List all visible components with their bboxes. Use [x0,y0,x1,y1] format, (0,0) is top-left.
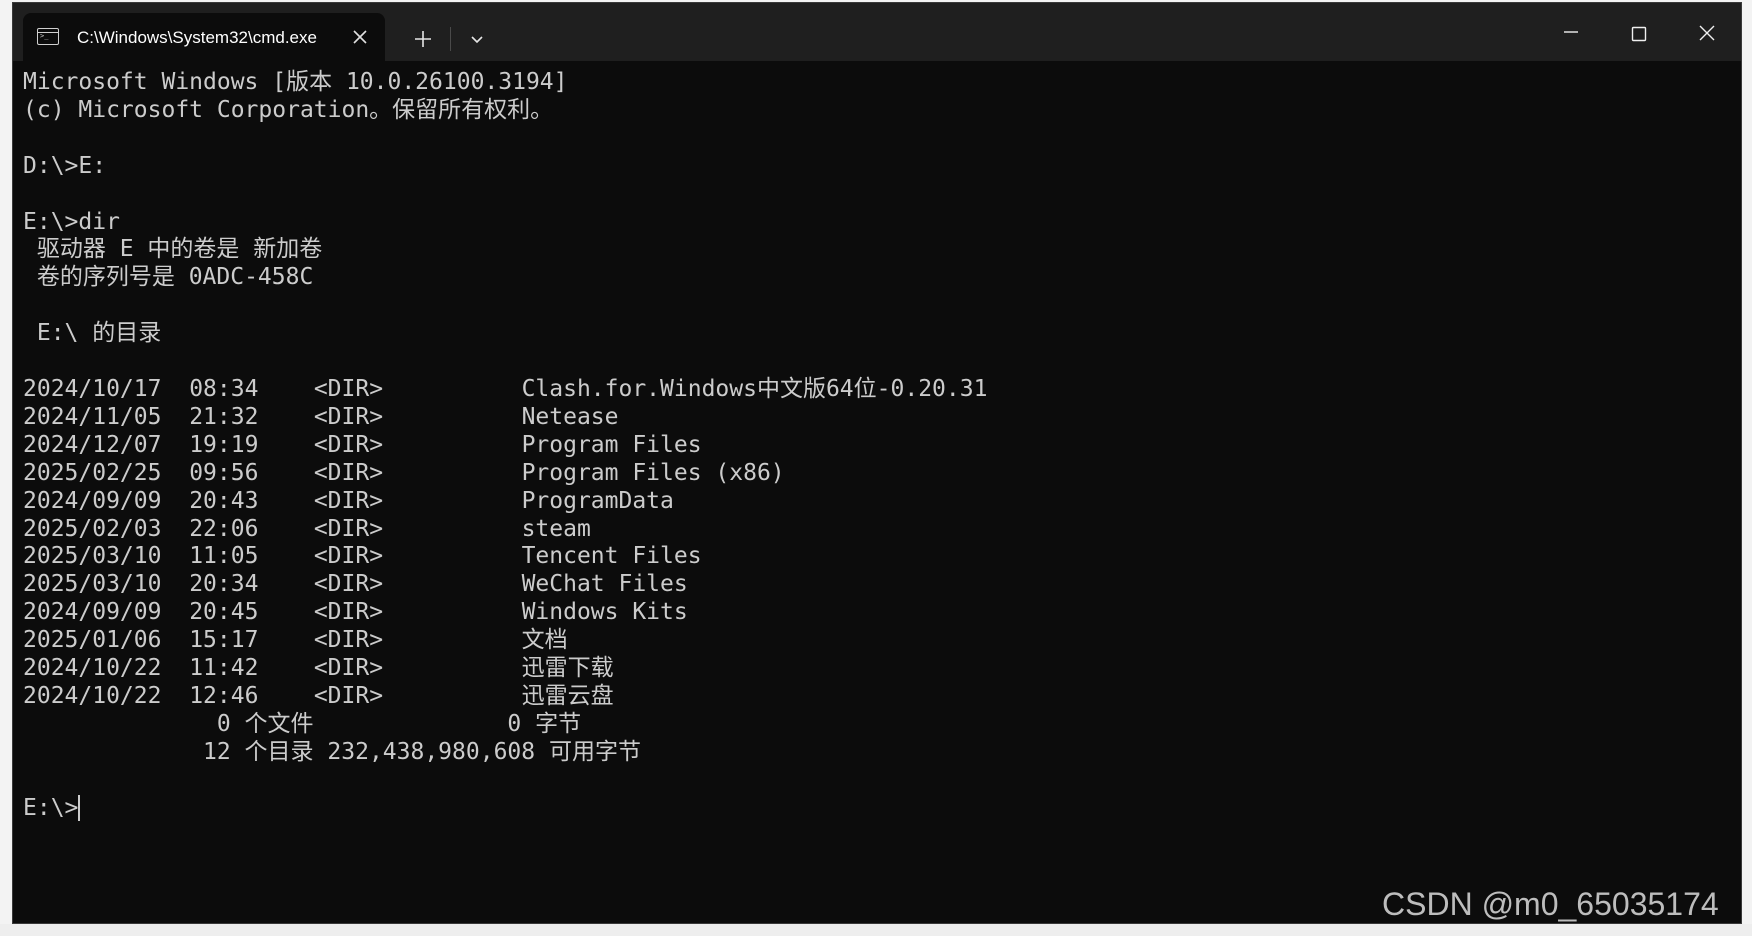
dir-entry-name: 文档 [521,627,568,654]
dir-entry-date: 2024/12/07 [23,431,162,458]
summary-files: 0 个文件 0 字节 [23,710,582,737]
tab-cmd[interactable]: C:\Windows\System32\cmd.exe [23,13,385,61]
tab-separator [450,27,451,51]
dir-entry-time: 19:19 [189,431,259,458]
dir-entry-time: 09:56 [189,459,259,486]
dir-entry-name: steam [521,515,591,542]
dir-entry-name: Program Files (x86) [521,459,785,486]
dir-entry-name: ProgramData [521,487,674,514]
dir-entry-row: 2024/10/22 11:42 <DIR> 迅雷下载 [23,655,614,681]
chevron-down-icon [471,36,483,44]
dir-entry-date: 2025/01/06 [23,627,162,654]
dir-entry-name: Clash.for.Windows中文版64位-0.20.31 [521,375,988,402]
terminal-window: C:\Windows\System32\cmd.exe [12,2,1742,924]
dir-entry-name: Netease [521,403,619,430]
dir-entry-date: 2024/10/17 [23,375,162,402]
dir-entry-time: 20:34 [189,571,259,598]
dir-entry-type: <DIR> [313,459,384,486]
dir-entry-date: 2025/03/10 [23,571,162,598]
minimize-icon [1564,31,1578,33]
tab-close-button[interactable] [348,25,372,49]
prompt: E:\> [23,794,79,821]
dir-entry-type: <DIR> [313,627,384,654]
console-line: (c) Microsoft Corporation。保留所有权利。 [23,96,554,123]
command-line: E:\>dir [23,208,120,235]
dir-entry-date: 2024/09/09 [23,487,162,514]
dir-entry-row: 2024/09/09 20:45 <DIR> Windows Kits [23,599,688,625]
dir-entry-type: <DIR> [313,487,384,514]
dir-entry-name: Windows Kits [521,599,688,626]
dir-entry-name: WeChat Files [521,571,688,598]
close-window-button[interactable] [1673,3,1741,61]
dir-entry-time: 11:05 [189,543,259,570]
dir-entry-time: 11:42 [189,655,259,682]
text-cursor [78,794,81,821]
new-tab-button[interactable] [405,21,441,57]
dir-entry-row: 2024/12/07 19:19 <DIR> Program Files [23,432,702,458]
dir-entry-date: 2024/10/22 [23,655,162,682]
watermark: CSDN @m0_65035174 [1382,886,1719,922]
volume-serial-line: 卷的序列号是 0ADC-458C [23,264,314,291]
dir-entry-time: 21:32 [189,403,259,430]
console-output[interactable]: Microsoft Windows [版本 10.0.26100.3194] (… [23,69,1723,909]
dir-entry-row: 2024/09/09 20:43 <DIR> ProgramData [23,488,674,514]
dir-entry-time: 22:06 [189,515,259,542]
minimize-button[interactable] [1537,3,1605,61]
dir-entry-time: 20:45 [189,599,259,626]
dir-entry-date: 2024/11/05 [23,403,162,430]
dir-entry-row: 2025/02/25 09:56 <DIR> Program Files (x8… [23,460,785,486]
dir-entry-name: Program Files [521,431,702,458]
summary-dirs: 12 个目录 232,438,980,608 可用字节 [23,738,641,765]
tab-dropdown-button[interactable] [459,21,495,57]
dir-entry-time: 15:17 [189,627,259,654]
dir-listing: 2024/10/17 08:34 <DIR> Clash.for.Windows… [23,376,987,709]
dir-entry-name: 迅雷下载 [521,655,614,682]
dir-entry-row: 2024/10/17 08:34 <DIR> Clash.for.Windows… [23,376,987,402]
dir-entry-type: <DIR> [313,571,384,598]
title-bar[interactable]: C:\Windows\System32\cmd.exe [13,3,1741,61]
terminal-icon [37,28,59,45]
dir-entry-time: 20:43 [189,487,259,514]
dir-entry-type: <DIR> [313,599,384,626]
directory-heading: E:\ 的目录 [23,320,162,347]
close-icon [353,30,367,44]
dir-entry-type: <DIR> [313,431,384,458]
dir-entry-type: <DIR> [313,682,384,709]
dir-entry-row: 2024/10/22 12:46 <DIR> 迅雷云盘 [23,683,614,709]
tab-title: C:\Windows\System32\cmd.exe [77,28,317,47]
dir-entry-type: <DIR> [313,375,384,402]
dir-entry-row: 2025/03/10 20:34 <DIR> WeChat Files [23,571,688,597]
dir-entry-row: 2025/01/06 15:17 <DIR> 文档 [23,627,568,653]
dir-entry-row: 2024/11/05 21:32 <DIR> Netease [23,404,619,430]
dir-entry-name: 迅雷云盘 [521,682,614,709]
dir-entry-row: 2025/03/10 11:05 <DIR> Tencent Files [23,543,702,569]
volume-label-line: 驱动器 E 中的卷是 新加卷 [23,236,323,263]
command-line: D:\>E: [23,152,107,179]
dir-entry-type: <DIR> [313,655,384,682]
console-line: Microsoft Windows [版本 10.0.26100.3194] [23,69,568,95]
dir-entry-time: 08:34 [189,375,259,402]
desktop-edge [0,924,1752,936]
dir-entry-type: <DIR> [313,543,384,570]
close-icon [1699,25,1715,41]
dir-entry-row: 2025/02/03 22:06 <DIR> steam [23,516,591,542]
dir-entry-time: 12:46 [189,682,259,709]
dir-entry-date: 2025/02/03 [23,515,162,542]
dir-entry-date: 2025/02/25 [23,459,162,486]
dir-entry-name: Tencent Files [521,543,702,570]
plus-icon [415,31,431,47]
dir-entry-type: <DIR> [313,515,384,542]
maximize-icon [1631,26,1647,42]
dir-entry-date: 2025/03/10 [23,543,162,570]
dir-entry-date: 2024/09/09 [23,599,162,626]
maximize-button[interactable] [1605,3,1673,61]
dir-entry-date: 2024/10/22 [23,682,162,709]
dir-entry-type: <DIR> [313,403,384,430]
